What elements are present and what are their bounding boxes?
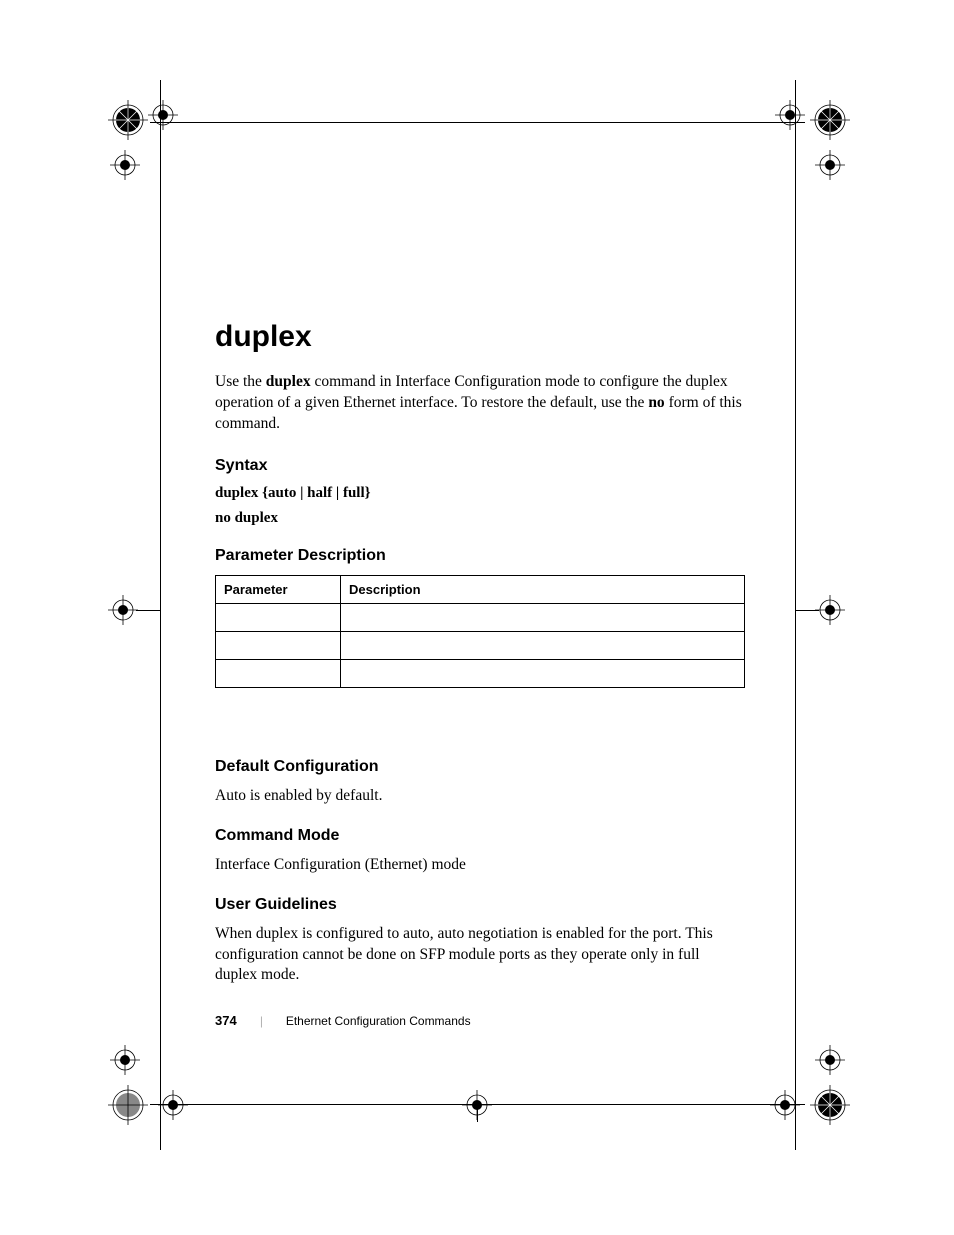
- page-content: duplex Use the duplex command in Interfa…: [215, 320, 745, 996]
- table-header-parameter: Parameter: [216, 575, 341, 603]
- syntax-line-2: no duplex: [215, 510, 745, 527]
- table-cell-param: [216, 631, 341, 659]
- table-cell-desc: [341, 631, 745, 659]
- param-desc-heading: Parameter Description: [215, 547, 745, 565]
- registration-mark-br-3: [815, 1045, 845, 1075]
- table-cell-desc: [341, 603, 745, 631]
- syntax-heading: Syntax: [215, 457, 745, 475]
- table-header-row: Parameter Description: [216, 575, 745, 603]
- table-row: [216, 603, 745, 631]
- command-mode-heading: Command Mode: [215, 827, 745, 845]
- intro-text-1: Use the: [215, 373, 266, 390]
- footer-divider: |: [260, 1013, 263, 1028]
- table-cell-param: [216, 659, 341, 687]
- default-config-text: Auto is enabled by default.: [215, 786, 745, 807]
- user-guidelines-heading: User Guidelines: [215, 896, 745, 914]
- registration-mark-br-2: [770, 1090, 800, 1120]
- command-mode-text: Interface Configuration (Ethernet) mode: [215, 855, 745, 876]
- registration-mark-bl-3: [110, 1045, 140, 1075]
- registration-mark-bl-1: [108, 1085, 148, 1125]
- default-config-heading: Default Configuration: [215, 758, 745, 776]
- crop-tick-ml: [136, 610, 160, 611]
- crop-line-top: [150, 122, 805, 123]
- table-cell-param: [216, 603, 341, 631]
- syntax-line-1: duplex {auto | half | full}: [215, 485, 745, 502]
- crop-line-right: [795, 80, 796, 1150]
- registration-mark-tl-1: [108, 100, 148, 140]
- table-row: [216, 659, 745, 687]
- registration-mark-mr: [815, 595, 845, 625]
- page-title: duplex: [215, 320, 745, 354]
- page-number: 374: [215, 1013, 237, 1028]
- crop-tick-bc: [477, 1104, 478, 1122]
- page-footer: 374 | Ethernet Configuration Commands: [215, 1013, 471, 1029]
- registration-mark-br-1: [810, 1085, 850, 1125]
- registration-mark-tr-3: [815, 150, 845, 180]
- registration-mark-ml: [108, 595, 138, 625]
- table-cell-desc: [341, 659, 745, 687]
- intro-bold-1: duplex: [266, 373, 311, 390]
- registration-mark-bl-2: [158, 1090, 188, 1120]
- user-guidelines-text: When duplex is configured to auto, auto …: [215, 924, 745, 987]
- chapter-title: Ethernet Configuration Commands: [286, 1014, 471, 1028]
- registration-mark-tl-2: [148, 100, 178, 130]
- registration-mark-tr-1: [810, 100, 850, 140]
- registration-mark-tr-2: [775, 100, 805, 130]
- crop-line-left: [160, 80, 161, 1150]
- table-header-description: Description: [341, 575, 745, 603]
- intro-paragraph: Use the duplex command in Interface Conf…: [215, 372, 745, 435]
- crop-tick-mr: [795, 610, 819, 611]
- intro-bold-2: no: [648, 394, 664, 411]
- parameter-table: Parameter Description: [215, 575, 745, 688]
- table-row: [216, 631, 745, 659]
- registration-mark-tl-3: [110, 150, 140, 180]
